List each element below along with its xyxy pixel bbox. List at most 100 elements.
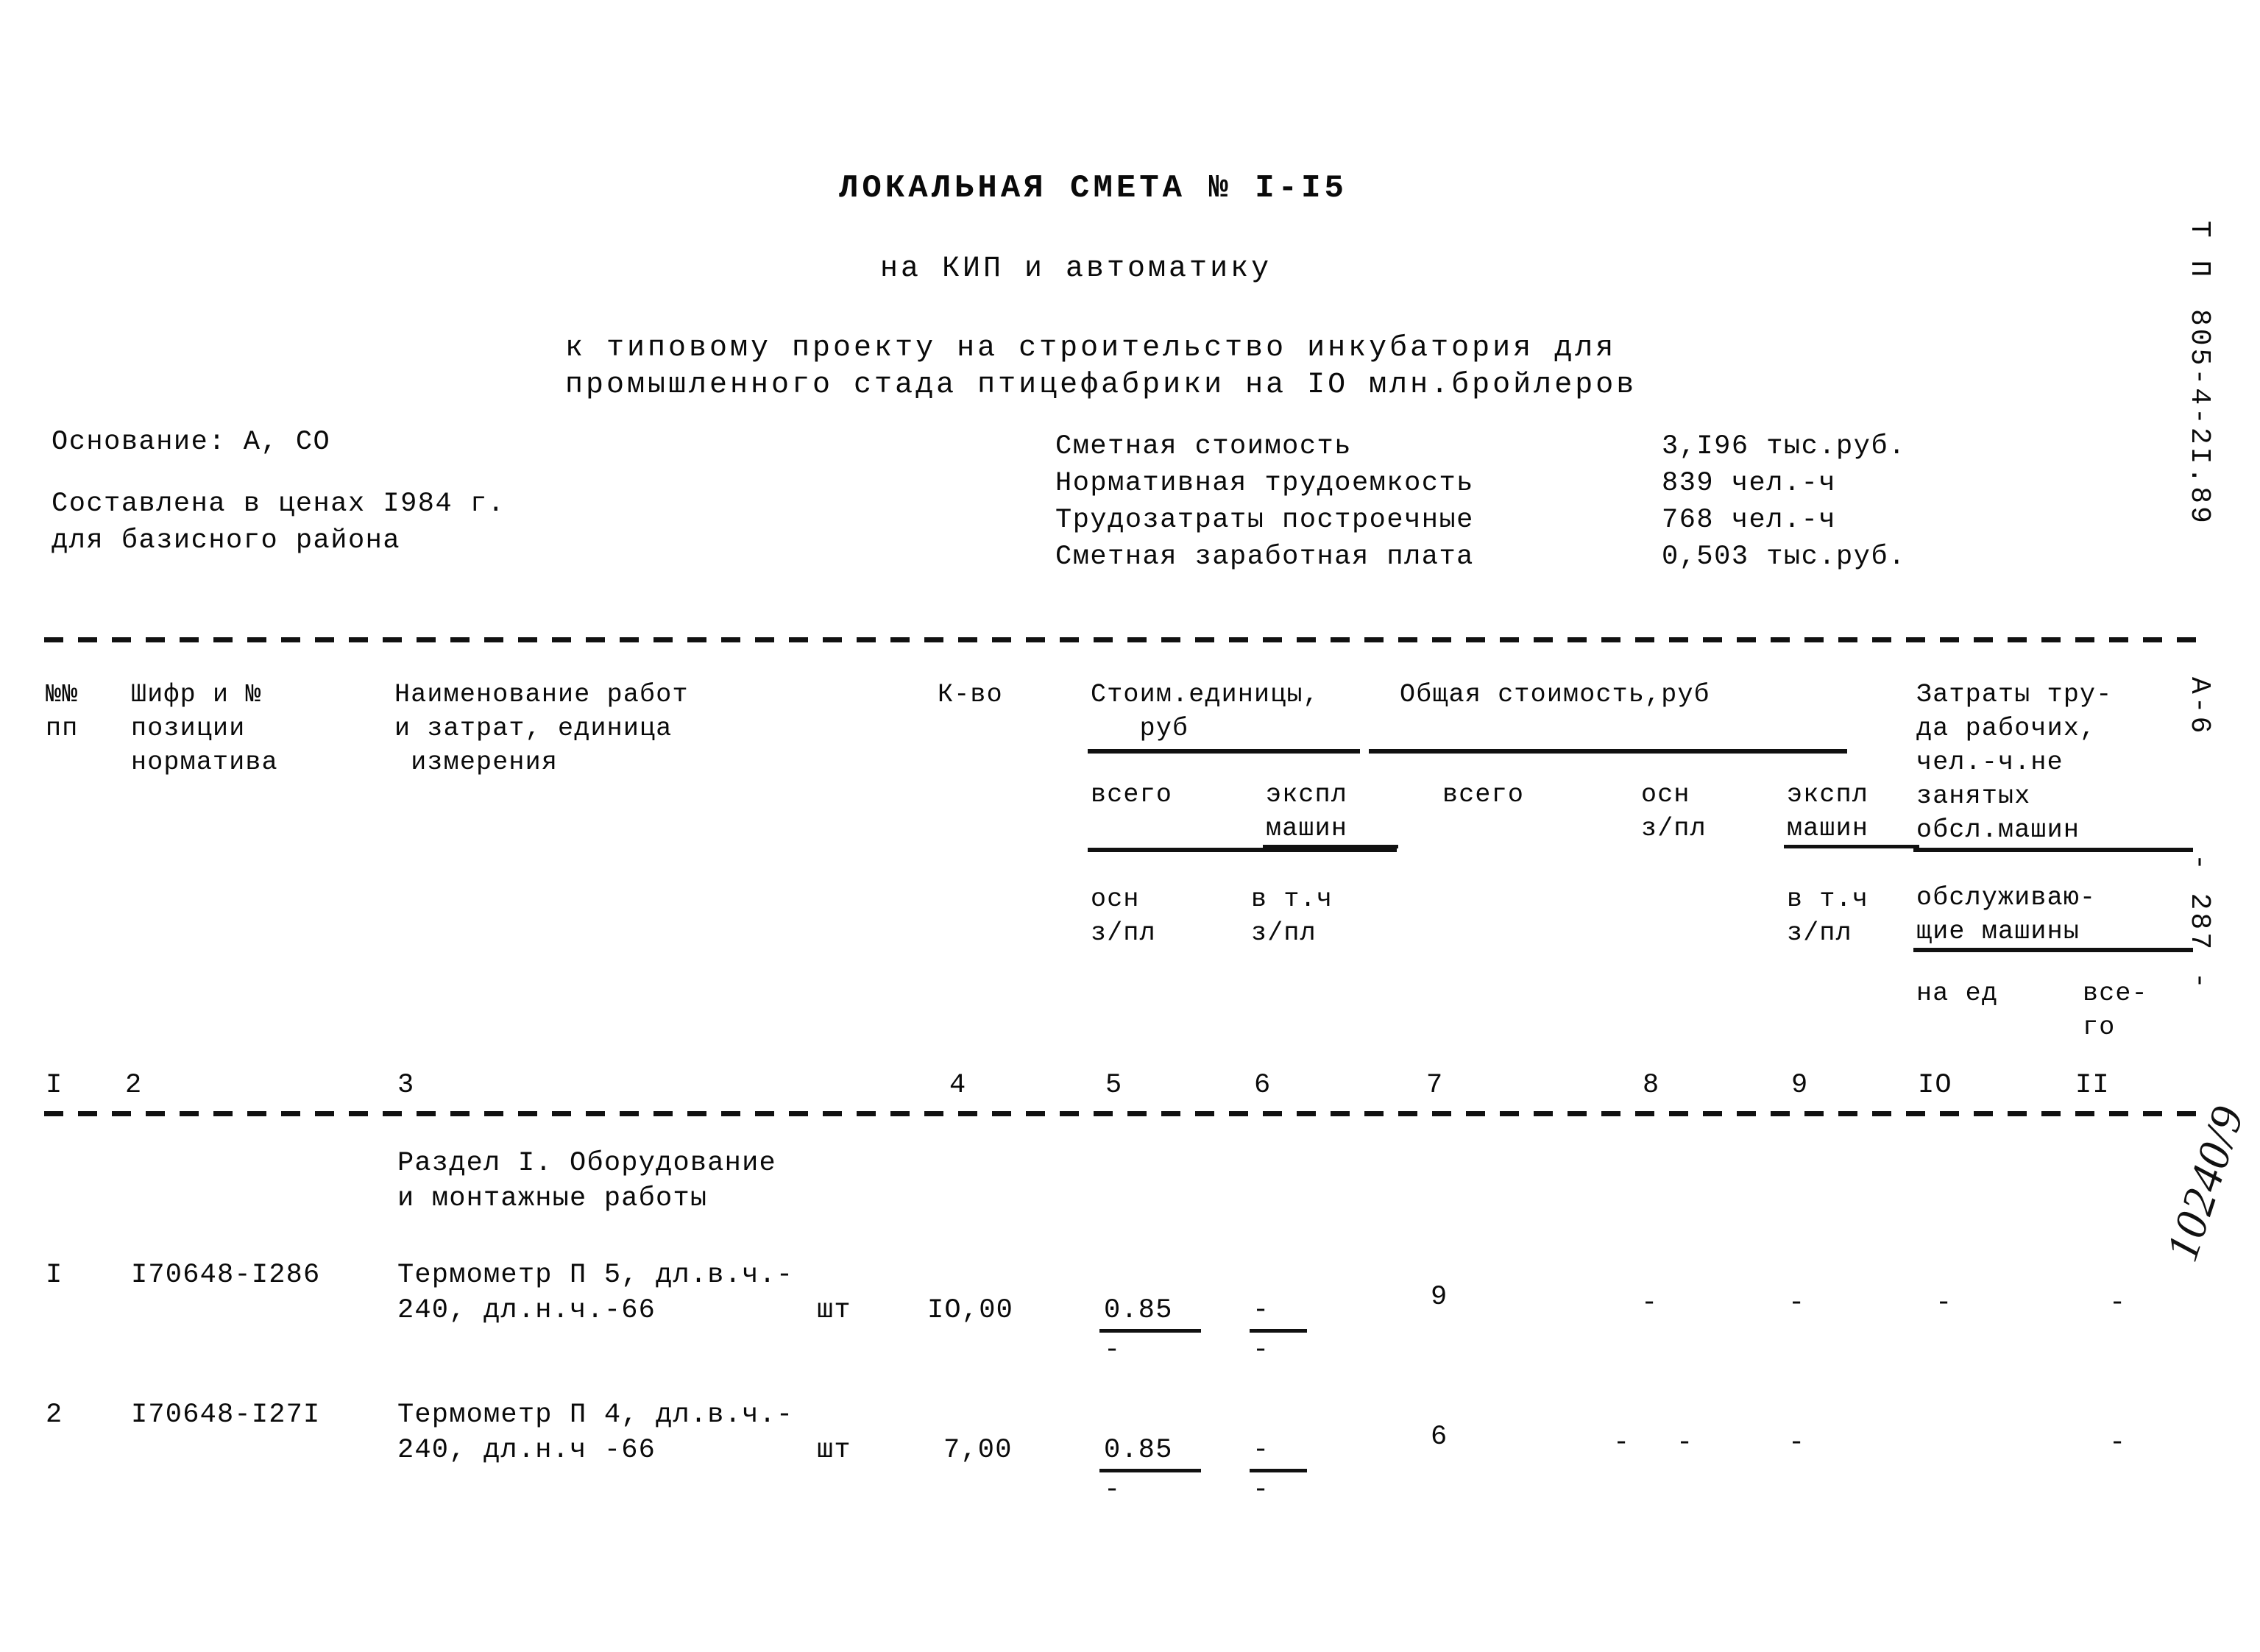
section-heading-line1: Раздел I. Оборудование — [397, 1148, 776, 1179]
col-header-code-line1: Шифр и № — [131, 680, 262, 709]
subhdr-vtch-totalcost: в т.ч — [1787, 885, 1869, 914]
col-header-name-line3: измерения — [394, 748, 559, 777]
row-0-labor-vsego: - — [2109, 1288, 2127, 1319]
row-0-code: I70648-I286 — [131, 1260, 321, 1291]
summary-label-2: Трудозатраты построечные — [1055, 505, 1474, 536]
col-header-code-line2: позиции — [131, 714, 246, 743]
obsluzh-rule — [1913, 948, 2193, 952]
row-0-unit: шт — [817, 1295, 851, 1326]
row-0-name-line2: 240, дл.н.ч.-66 — [397, 1295, 656, 1326]
subhdr-vsego-unitcost: всего — [1091, 780, 1173, 809]
row-1-unit-cost-osn: - — [1104, 1475, 1122, 1506]
column-number-4: 4 — [949, 1070, 967, 1101]
row-0-unit-cost-total-underline — [1099, 1329, 1201, 1333]
row-1-unit-cost-mach: - — [1253, 1435, 1270, 1466]
row-0-unit-cost-mach-underline — [1250, 1329, 1307, 1333]
row-0-total-osn-zpl: - — [1641, 1288, 1659, 1319]
row-0-no: I — [46, 1260, 63, 1291]
column-number-10: IO — [1918, 1070, 1952, 1101]
column-number-6: 6 — [1254, 1070, 1272, 1101]
subhdr-vsego-totalcost: всего — [1442, 780, 1525, 809]
column-number-1: I — [46, 1070, 63, 1101]
subhdr-zpl-unitcost: з/пл — [1091, 918, 1156, 948]
basis-prices-line-2: для базисного района — [52, 525, 401, 556]
column-number-8: 8 — [1643, 1070, 1660, 1101]
subhdr-mashin-unitcost: машин — [1266, 814, 1348, 843]
column-number-9: 9 — [1791, 1070, 1809, 1101]
subhdr-mashin-totalcost-underline — [1784, 845, 1919, 848]
col-header-labor-line5: обсл.машин — [1916, 815, 2080, 845]
row-1-name-line1: Термометр П 4, дл.в.ч.- — [397, 1400, 794, 1431]
row-0-qty: IO,00 — [927, 1295, 1014, 1326]
summary-value-2: 768 чел.-ч — [1662, 505, 1837, 536]
row-1-no: 2 — [46, 1400, 63, 1431]
row-0-unit-cost-mach-zpl: - — [1253, 1335, 1270, 1366]
row-1-unit-cost-total-underline — [1099, 1469, 1201, 1472]
project-line-2: промышленного стада птицефабрики на IO м… — [565, 369, 1637, 402]
subhdr-vtch-unitcost: в т.ч — [1251, 885, 1333, 914]
row-0-unit-cost-mach: - — [1253, 1295, 1270, 1326]
row-0-unit-cost-osn: - — [1104, 1335, 1122, 1366]
col-header-unitcost-line1: Стоим.единицы, — [1091, 680, 1319, 709]
subhdr-obsluzh-line2: щие машины — [1916, 917, 2080, 946]
col-header-no-line1: №№ — [46, 680, 79, 709]
section-heading-line2: и монтажные работы — [397, 1183, 708, 1214]
project-line-1: к типовому проекту на строительство инку… — [565, 332, 1617, 365]
margin-project-code-1: Т П — [2183, 221, 2215, 280]
row-1-total-osn-zpl: - — [1613, 1428, 1631, 1458]
basis-prices-line-1: Составлена в ценах I984 г. — [52, 489, 506, 520]
margin-project-code-2: 805-4-2I.89 — [2183, 309, 2215, 526]
col-header-labor-line2: да рабочих, — [1916, 714, 2097, 743]
summary-value-1: 839 чел.-ч — [1662, 468, 1837, 499]
unitcost-sub-rule — [1088, 848, 1397, 852]
row-1-labor-vsego: - — [2109, 1428, 2127, 1458]
subhdr-zpl-totalcost: з/пл — [1641, 814, 1707, 843]
page-title: ЛОКАЛЬНАЯ СМЕТА № I-I5 — [839, 170, 1347, 207]
summary-value-0: 3,I96 тыс.руб. — [1662, 431, 1906, 462]
margin-project-code-3: А-6 — [2183, 677, 2215, 737]
document-subtitle: на КИП и автоматику — [880, 252, 1272, 286]
subhdr-osn-totalcost: осн — [1641, 780, 1690, 809]
subhdr-osn-unitcost: осн — [1091, 885, 1140, 914]
col-header-name-line1: Наименование работ — [394, 680, 689, 709]
row-0-labor-na-ed: - — [1935, 1288, 1953, 1319]
row-0-unit-cost-total: 0.85 — [1104, 1295, 1173, 1326]
table-top-rule — [44, 637, 2200, 642]
subhdr-zpl2-unitcost: з/пл — [1251, 918, 1317, 948]
col-header-no-line2: пп — [46, 714, 79, 743]
column-number-2: 2 — [125, 1070, 143, 1101]
totalcost-group-rule — [1369, 749, 1847, 754]
row-1-unit: шт — [817, 1435, 851, 1466]
row-1-name-line2: 240, дл.н.ч -66 — [397, 1435, 656, 1466]
document-page: ЛОКАЛЬНАЯ СМЕТА № I-I5 на КИП и автомати… — [0, 0, 2260, 1652]
basis-osnovanie: Основание: А, СО — [52, 427, 331, 458]
row-1-total-cost: 6 — [1431, 1422, 1448, 1453]
summary-label-1: Нормативная трудоемкость — [1055, 468, 1474, 499]
summary-value-3: 0,503 тыс.руб. — [1662, 542, 1906, 572]
subhdr-ekspl-unitcost: экспл — [1266, 780, 1348, 809]
column-number-rule — [44, 1111, 2200, 1116]
subhdr-zpl-totalcost-2: з/пл — [1787, 918, 1852, 948]
col-header-name-line2: и затрат, единица — [394, 714, 673, 743]
subhdr-vsego-labor-line2: го — [2083, 1013, 2116, 1042]
row-1-total-mach-zpl: - — [1788, 1428, 1806, 1458]
unitcost-group-rule — [1088, 749, 1360, 754]
row-0-name-line1: Термометр П 5, дл.в.ч.- — [397, 1260, 794, 1291]
subhdr-ekspl-totalcost: экспл — [1787, 780, 1869, 809]
summary-label-0: Сметная стоимость — [1055, 431, 1352, 462]
subhdr-mashin-totalcost: машин — [1787, 814, 1869, 843]
row-1-total-mach: - — [1676, 1428, 1694, 1458]
col-header-code-line3: норматива — [131, 748, 278, 777]
subhdr-na-ed: на ед — [1916, 979, 1999, 1008]
subhdr-vsego-labor-line1: все- — [2083, 979, 2148, 1008]
col-header-labor-line1: Затраты тру- — [1916, 680, 2113, 709]
row-1-unit-cost-mach-underline — [1250, 1469, 1307, 1472]
row-0-total-cost: 9 — [1431, 1282, 1448, 1313]
row-1-unit-cost-total: 0.85 — [1104, 1435, 1173, 1466]
row-1-code: I70648-I27I — [131, 1400, 321, 1431]
col-header-totalcost: Общая стоимость,руб — [1400, 680, 1710, 709]
col-header-labor-line4: занятых — [1916, 781, 2031, 811]
handwritten-annotation: 10240/9 — [2156, 1099, 2254, 1267]
subhdr-obsluzh-line1: обслуживаю- — [1916, 883, 2097, 912]
summary-label-3: Сметная заработная плата — [1055, 542, 1474, 572]
